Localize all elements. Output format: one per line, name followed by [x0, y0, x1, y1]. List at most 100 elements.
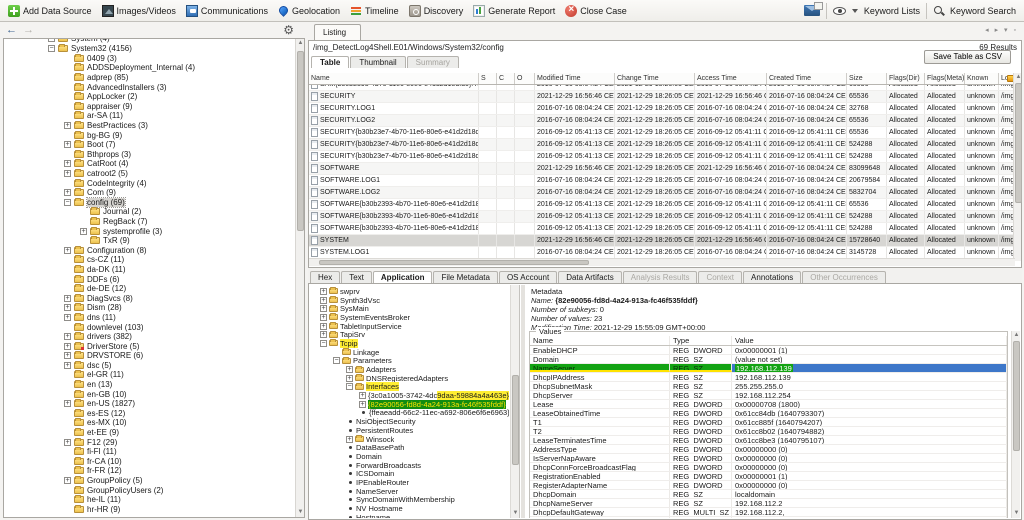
gear-icon[interactable]: ⚙ [283, 23, 294, 37]
mail-icon[interactable] [804, 5, 820, 16]
registry-value-row[interactable]: DhcpDomainREG_SZlocaldomain [530, 490, 1007, 499]
tree-item[interactable]: bg-BG (9) [4, 130, 294, 140]
expand-icon[interactable]: + [320, 288, 327, 295]
collapse-icon[interactable]: − [333, 357, 340, 364]
expand-icon[interactable]: + [64, 439, 71, 446]
registry-tree-item[interactable]: PersistentRoutes [312, 426, 509, 435]
registry-tree-item[interactable]: −Parameters [312, 357, 509, 366]
table-row[interactable]: SECURITY{b30b23e7-4b70-11e6-80e6-e41d2d1… [309, 151, 1015, 163]
expand-icon[interactable]: + [64, 362, 71, 369]
tree-item[interactable]: −System (4) [4, 39, 294, 44]
registry-value-row[interactable]: LeaseObtainedTimeREG_DWORD0x61cc84db (16… [530, 409, 1007, 418]
table-row[interactable]: SECURITY.LOG12016-07-16 08:04:24 CEST202… [309, 103, 1015, 115]
discovery-button[interactable]: Discovery [405, 3, 470, 19]
tree-item[interactable]: +F12 (29) [4, 437, 294, 447]
tree-item[interactable]: fr-FR (12) [4, 466, 294, 476]
registry-value-row[interactable]: DhcpSubnetMaskOptREG_MULTI_SZ255.255.255… [530, 517, 1007, 518]
table-row[interactable]: SOFTWARE.LOG12016-07-16 08:04:24 CEST202… [309, 175, 1015, 187]
expand-icon[interactable]: + [346, 366, 353, 373]
column-header-name[interactable]: Name [309, 73, 479, 84]
tree-item[interactable]: +dns (11) [4, 313, 294, 323]
registry-tree-item[interactable]: NV Hostname [312, 504, 509, 513]
expand-icon[interactable]: + [64, 352, 71, 359]
registry-value-row[interactable]: LeaseTerminatesTimeREG_DWORD0x61cc8be3 (… [530, 436, 1007, 445]
tree-item[interactable]: TxR (9) [4, 236, 294, 246]
back-button[interactable]: ← [6, 24, 17, 36]
timeline-button[interactable]: Timeline [346, 3, 405, 19]
save-table-csv-button[interactable]: Save Table as CSV [924, 50, 1011, 64]
tab-data-artifacts[interactable]: Data Artifacts [558, 271, 622, 283]
registry-tree-scrollbar[interactable]: ▼ [510, 285, 519, 518]
tree-item[interactable]: +DiagSvcs (8) [4, 293, 294, 303]
registry-tree-item[interactable]: +{3c0a1005-3742-4dcb-9daa-59884a4a463e} [312, 391, 509, 400]
tree-item[interactable]: −config (69) [4, 198, 294, 208]
table-row[interactable]: SOFTWARE.LOG22016-07-16 08:04:24 CEST202… [309, 187, 1015, 199]
registry-tree-item[interactable]: +Synth3dVsc [312, 296, 509, 305]
tree-item[interactable]: +drivers (382) [4, 332, 294, 342]
tree-item[interactable]: +systemprofile (3) [4, 226, 294, 236]
tree-item[interactable]: −System32 (4156) [4, 44, 294, 54]
table-horizontal-scrollbar[interactable] [309, 258, 1015, 266]
tree-item[interactable]: 0409 (3) [4, 54, 294, 64]
tree-item[interactable]: +Configuration (8) [4, 245, 294, 255]
registry-tree-item[interactable]: ForwardBroadcasts [312, 461, 509, 470]
tree-item[interactable]: hr-HR (9) [4, 505, 294, 515]
expand-icon[interactable]: + [80, 228, 87, 235]
registry-tree-item[interactable]: NsiObjectSecurity [312, 417, 509, 426]
column-header-size[interactable]: Size [847, 73, 887, 84]
tree-item[interactable]: adprep (85) [4, 73, 294, 83]
tree-item[interactable]: appraiser (9) [4, 102, 294, 112]
registry-tree-item[interactable]: +DNSRegisteredAdapters [312, 374, 509, 383]
tree-item[interactable]: es-MX (10) [4, 418, 294, 428]
tree-item[interactable]: cs-CZ (11) [4, 255, 294, 265]
registry-tree-item[interactable]: +SysMain [312, 304, 509, 313]
table-row[interactable]: SOFTWARE{b30b2393-4b70-11e6-80e6-e41d2d1… [309, 211, 1015, 223]
tab-nav-icons[interactable]: ◂ ▸ ▾ ▫ [985, 26, 1018, 34]
registry-tree-item[interactable]: +Winsock [312, 435, 509, 444]
registry-tree-item[interactable]: NameServer [312, 487, 509, 496]
expand-icon[interactable]: + [64, 400, 71, 407]
tree-item[interactable]: +catroot2 (5) [4, 169, 294, 179]
tree-item[interactable]: AdvancedInstallers (3) [4, 82, 294, 92]
tab-listing[interactable]: Listing [314, 24, 361, 40]
tab-text[interactable]: Text [341, 271, 372, 283]
expand-icon[interactable]: + [64, 295, 71, 302]
collapse-icon[interactable]: − [48, 45, 55, 52]
expand-icon[interactable]: + [359, 401, 366, 408]
expand-icon[interactable]: + [320, 297, 327, 304]
tree-item[interactable]: he-IL (11) [4, 495, 294, 505]
expand-icon[interactable]: + [64, 160, 71, 167]
registry-value-row[interactable]: EnableDHCPREG_DWORD0x00000001 (1) [530, 346, 1007, 355]
expand-icon[interactable]: + [64, 247, 71, 254]
registry-tree-item[interactable]: −Tcpip [312, 339, 509, 348]
forward-button[interactable]: → [23, 24, 34, 36]
column-header-created-time[interactable]: Created Time [767, 73, 847, 84]
expand-icon[interactable]: + [64, 333, 71, 340]
tree-item[interactable]: DDFs (6) [4, 274, 294, 284]
tree-item[interactable]: +DriverStore (5) [4, 341, 294, 351]
registry-value-row[interactable]: DhcpSubnetMaskREG_SZ255.255.255.0 [530, 382, 1007, 391]
generate-report-button[interactable]: Generate Report [469, 3, 561, 19]
registry-tree-item[interactable]: Domain [312, 452, 509, 461]
tree-item[interactable]: downlevel (103) [4, 322, 294, 332]
tree-item[interactable]: Bthprops (3) [4, 150, 294, 160]
column-header-o[interactable]: O [515, 73, 535, 84]
tree-item[interactable]: +DRVSTORE (6) [4, 351, 294, 361]
collapse-icon[interactable]: − [320, 340, 327, 347]
expand-icon[interactable]: + [64, 189, 71, 196]
collapse-icon[interactable]: − [48, 39, 55, 42]
registry-tree-item[interactable]: Linkage [312, 348, 509, 357]
tree-item[interactable]: +GroupPolicy (5) [4, 476, 294, 486]
subtab-thumbnail[interactable]: Thumbnail [350, 56, 405, 68]
tree-item[interactable]: +dsc (5) [4, 361, 294, 371]
registry-tree-item[interactable]: IPEnableRouter [312, 478, 509, 487]
expand-icon[interactable]: + [346, 436, 353, 443]
tree-item[interactable]: +CatRoot (4) [4, 159, 294, 169]
chevron-down-icon[interactable] [852, 9, 858, 13]
column-header-c[interactable]: C [497, 73, 515, 84]
registry-value-row[interactable]: DhcpNameServerREG_SZ192.168.112.2 [530, 499, 1007, 508]
tree-item[interactable]: CodeIntegrity (4) [4, 178, 294, 188]
tree-item[interactable]: fr-CA (10) [4, 457, 294, 467]
registry-value-row[interactable]: IsServerNapAwareREG_DWORD0x00000000 (0) [530, 454, 1007, 463]
table-row[interactable]: SECURITY{b30b23e7-4b70-11e6-80e6-e41d2d1… [309, 127, 1015, 139]
